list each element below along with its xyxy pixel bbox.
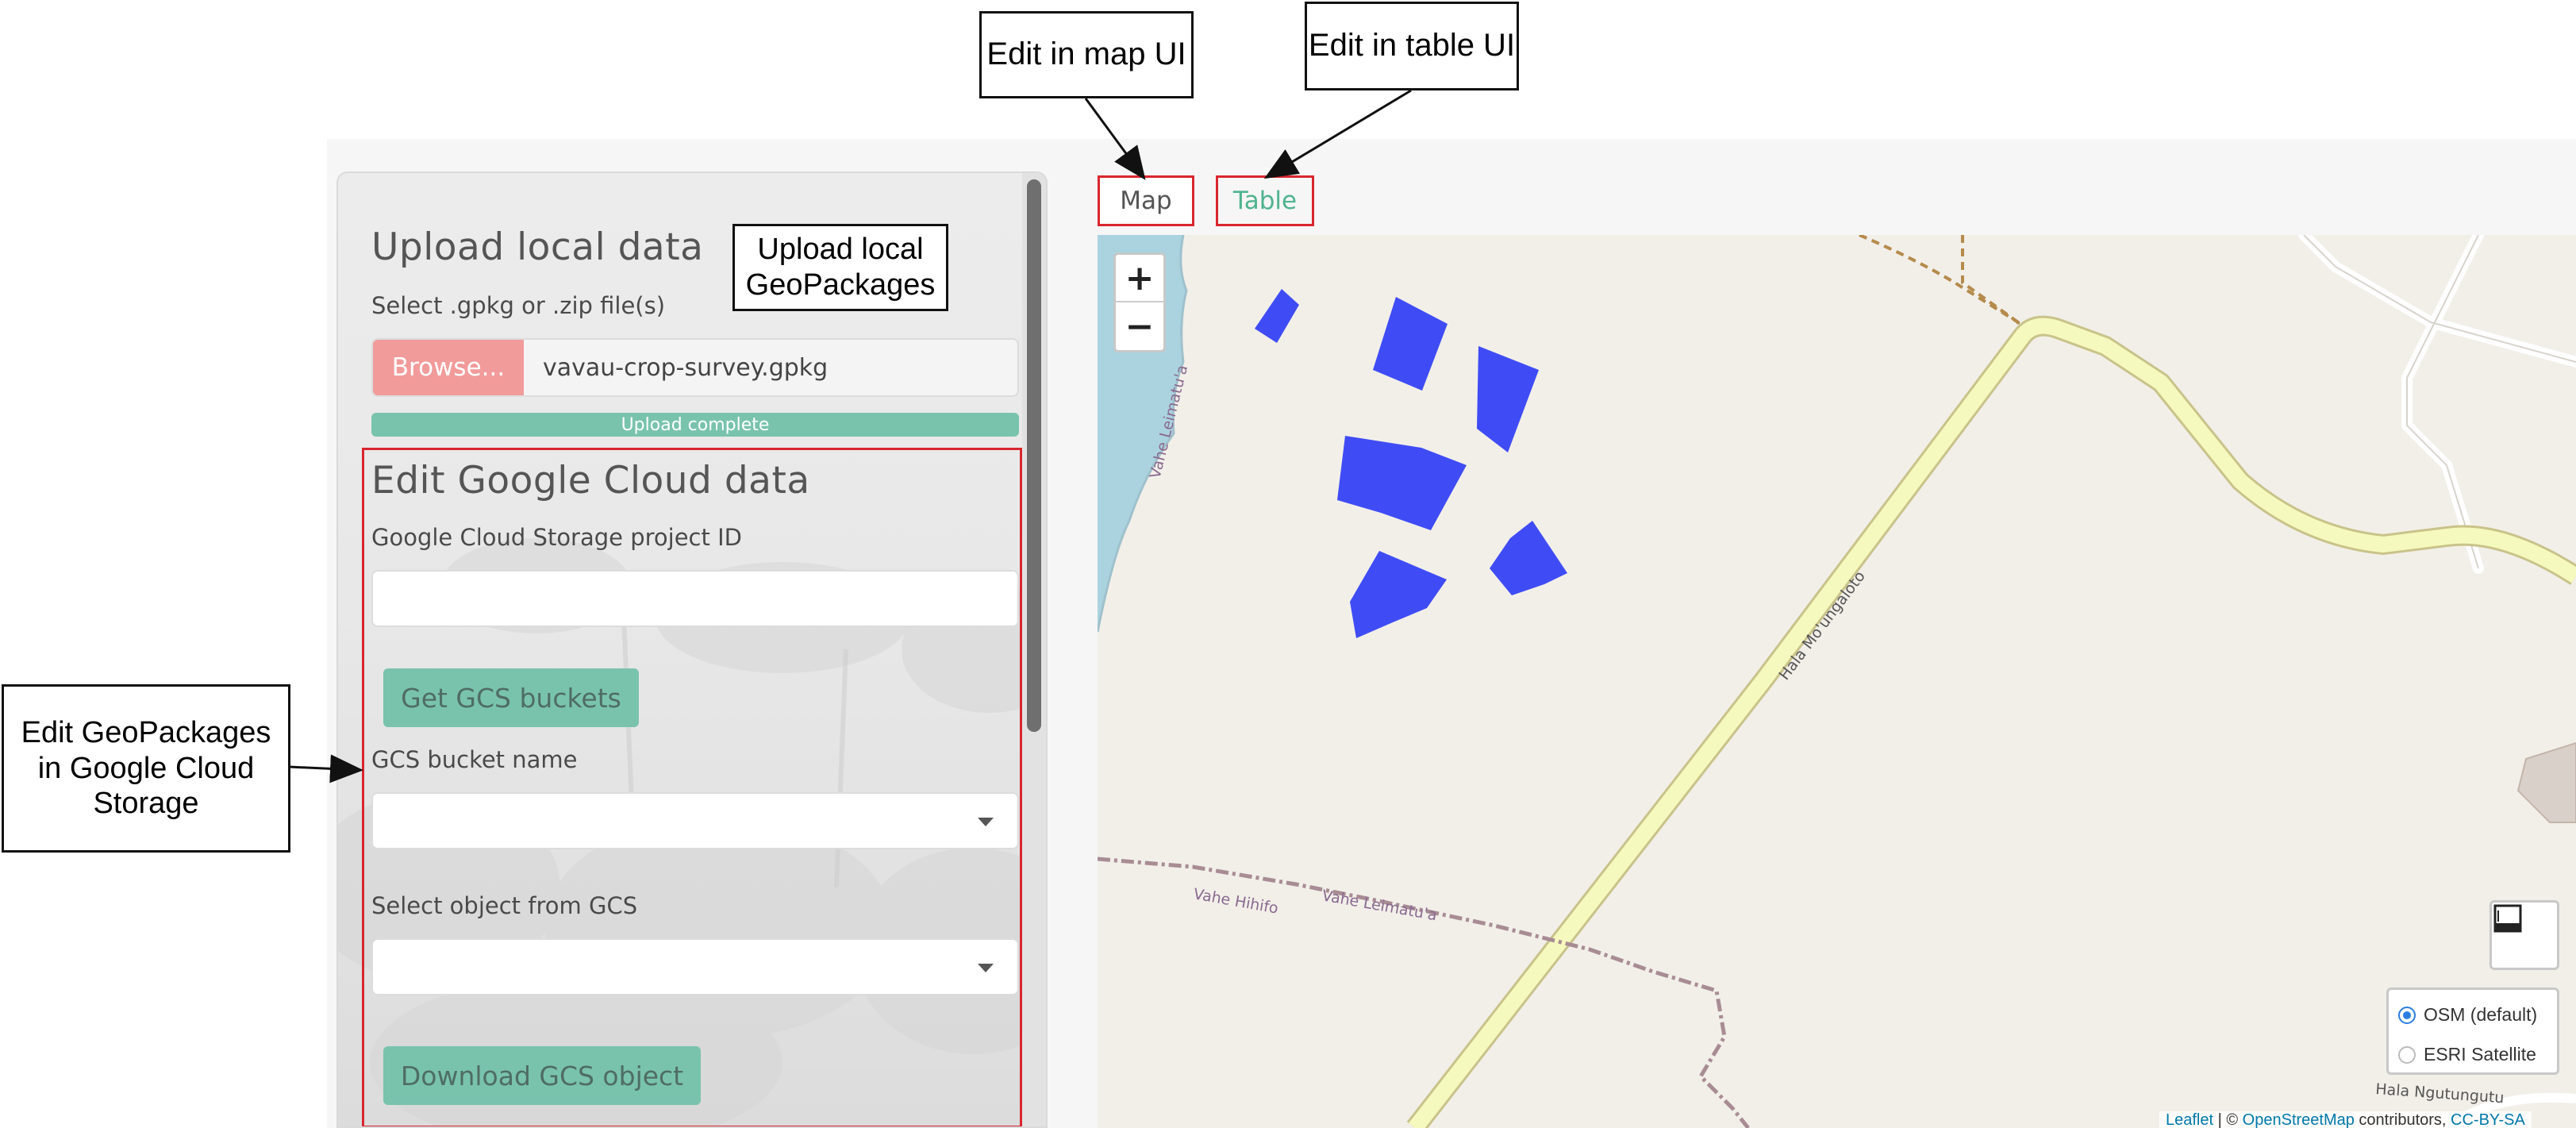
sidebar-scrollbar-thumb[interactable] (1027, 179, 1041, 732)
map-view[interactable]: Hala Mo'ungaloto Vahe Leimatu'a Vahe Lei… (1098, 235, 2576, 1128)
leaflet-link[interactable]: Leaflet (2166, 1111, 2213, 1128)
callout-line: in Google Cloud (37, 751, 255, 785)
radio-selected-icon[interactable] (2398, 1006, 2416, 1024)
chevron-down-icon (978, 964, 994, 972)
sidebar-panel: Upload local data Select .gpkg or .zip f… (336, 171, 1048, 1128)
radio-unselected-icon[interactable] (2398, 1045, 2416, 1064)
crop-polygon (1350, 551, 1447, 638)
gcs-object-label: Select object from GCS (371, 892, 638, 919)
road-label: Hala Mo'ungaloto (1775, 568, 1868, 683)
license-link[interactable]: CC-BY-SA (2451, 1111, 2525, 1128)
callout-upload-local: Upload local GeoPackages (732, 224, 948, 311)
zoom-in-button[interactable]: + (1116, 255, 1163, 302)
file-input[interactable]: Browse... vavau-crop-survey.gpkg (371, 338, 1019, 397)
bucket-name-select[interactable] (371, 792, 1019, 849)
road-label: Vahe Leimatu'a (1321, 887, 1438, 924)
layer-option-label: OSM (default) (2424, 1004, 2538, 1025)
upload-section-title: Upload local data (371, 225, 704, 269)
callout-line: Edit GeoPackages (21, 715, 271, 749)
map-track (1859, 235, 2020, 330)
callout-line: Storage (93, 787, 199, 821)
sidebar-content: Upload local data Select .gpkg or .zip f… (338, 173, 1046, 1126)
map-attribution: Leaflet | © OpenStreetMap contributors, … (2159, 1111, 2532, 1128)
callout-edit-table-ui: Edit in table UI (1305, 2, 1519, 90)
sidebar-scrollbar[interactable] (1022, 173, 1046, 1126)
crop-polygon (1373, 297, 1448, 391)
crop-polygon (1490, 521, 1567, 595)
tab-map[interactable]: Map (1098, 175, 1194, 226)
zoom-control: + − (1113, 252, 1166, 352)
layer-option-osm[interactable]: OSM (default) (2398, 1004, 2537, 1026)
gcs-object-select[interactable] (371, 938, 1019, 995)
project-id-input[interactable] (371, 570, 1019, 627)
project-id-label: Google Cloud Storage project ID (371, 524, 742, 551)
road-label: Vahe Hihifo (1192, 885, 1279, 917)
osm-link[interactable]: OpenStreetMap (2243, 1111, 2355, 1128)
map-minor-roads (2298, 235, 2576, 574)
layer-selector-panel: OSM (default) ESRI Satellite (2386, 987, 2559, 1075)
crop-polygons (1255, 289, 1567, 638)
layer-option-label: ESRI Satellite (2424, 1044, 2536, 1064)
upload-progress-bar: Upload complete (371, 413, 1019, 437)
layers-button[interactable] (2489, 900, 2559, 970)
gcs-section-title: Edit Google Cloud data (371, 459, 810, 502)
download-gcs-object-button[interactable]: Download GCS object (383, 1046, 701, 1105)
road-label: Hala Ngutungutu (2375, 1080, 2505, 1107)
crop-polygon (1337, 436, 1467, 530)
get-gcs-buckets-button[interactable]: Get GCS buckets (383, 668, 639, 727)
callout-edit-map-ui: Edit in map UI (979, 11, 1194, 98)
callout-line: GeoPackages (745, 268, 936, 302)
tab-table[interactable]: Table (1216, 175, 1314, 226)
callout-line: Upload local (757, 233, 924, 267)
bucket-name-label: GCS bucket name (371, 746, 578, 773)
attribution-contributors: contributors, (2354, 1111, 2451, 1128)
crop-polygon (1477, 346, 1539, 452)
browse-button[interactable]: Browse... (373, 340, 524, 395)
layer-option-esri[interactable]: ESRI Satellite (2398, 1044, 2536, 1065)
map-canvas[interactable]: Hala Mo'ungaloto Vahe Leimatu'a Vahe Lei… (1098, 235, 2576, 1128)
callout-edit-gcs: Edit GeoPackages in Google Cloud Storage (2, 684, 290, 853)
file-input-label: Select .gpkg or .zip file(s) (371, 292, 666, 319)
zoom-out-button[interactable]: − (1116, 302, 1163, 350)
chevron-down-icon (978, 818, 994, 826)
attribution-separator: | © (2213, 1111, 2243, 1128)
selected-file-name: vavau-crop-survey.gpkg (543, 353, 829, 382)
crop-polygon (1255, 289, 1299, 343)
layers-icon (2493, 904, 2522, 933)
